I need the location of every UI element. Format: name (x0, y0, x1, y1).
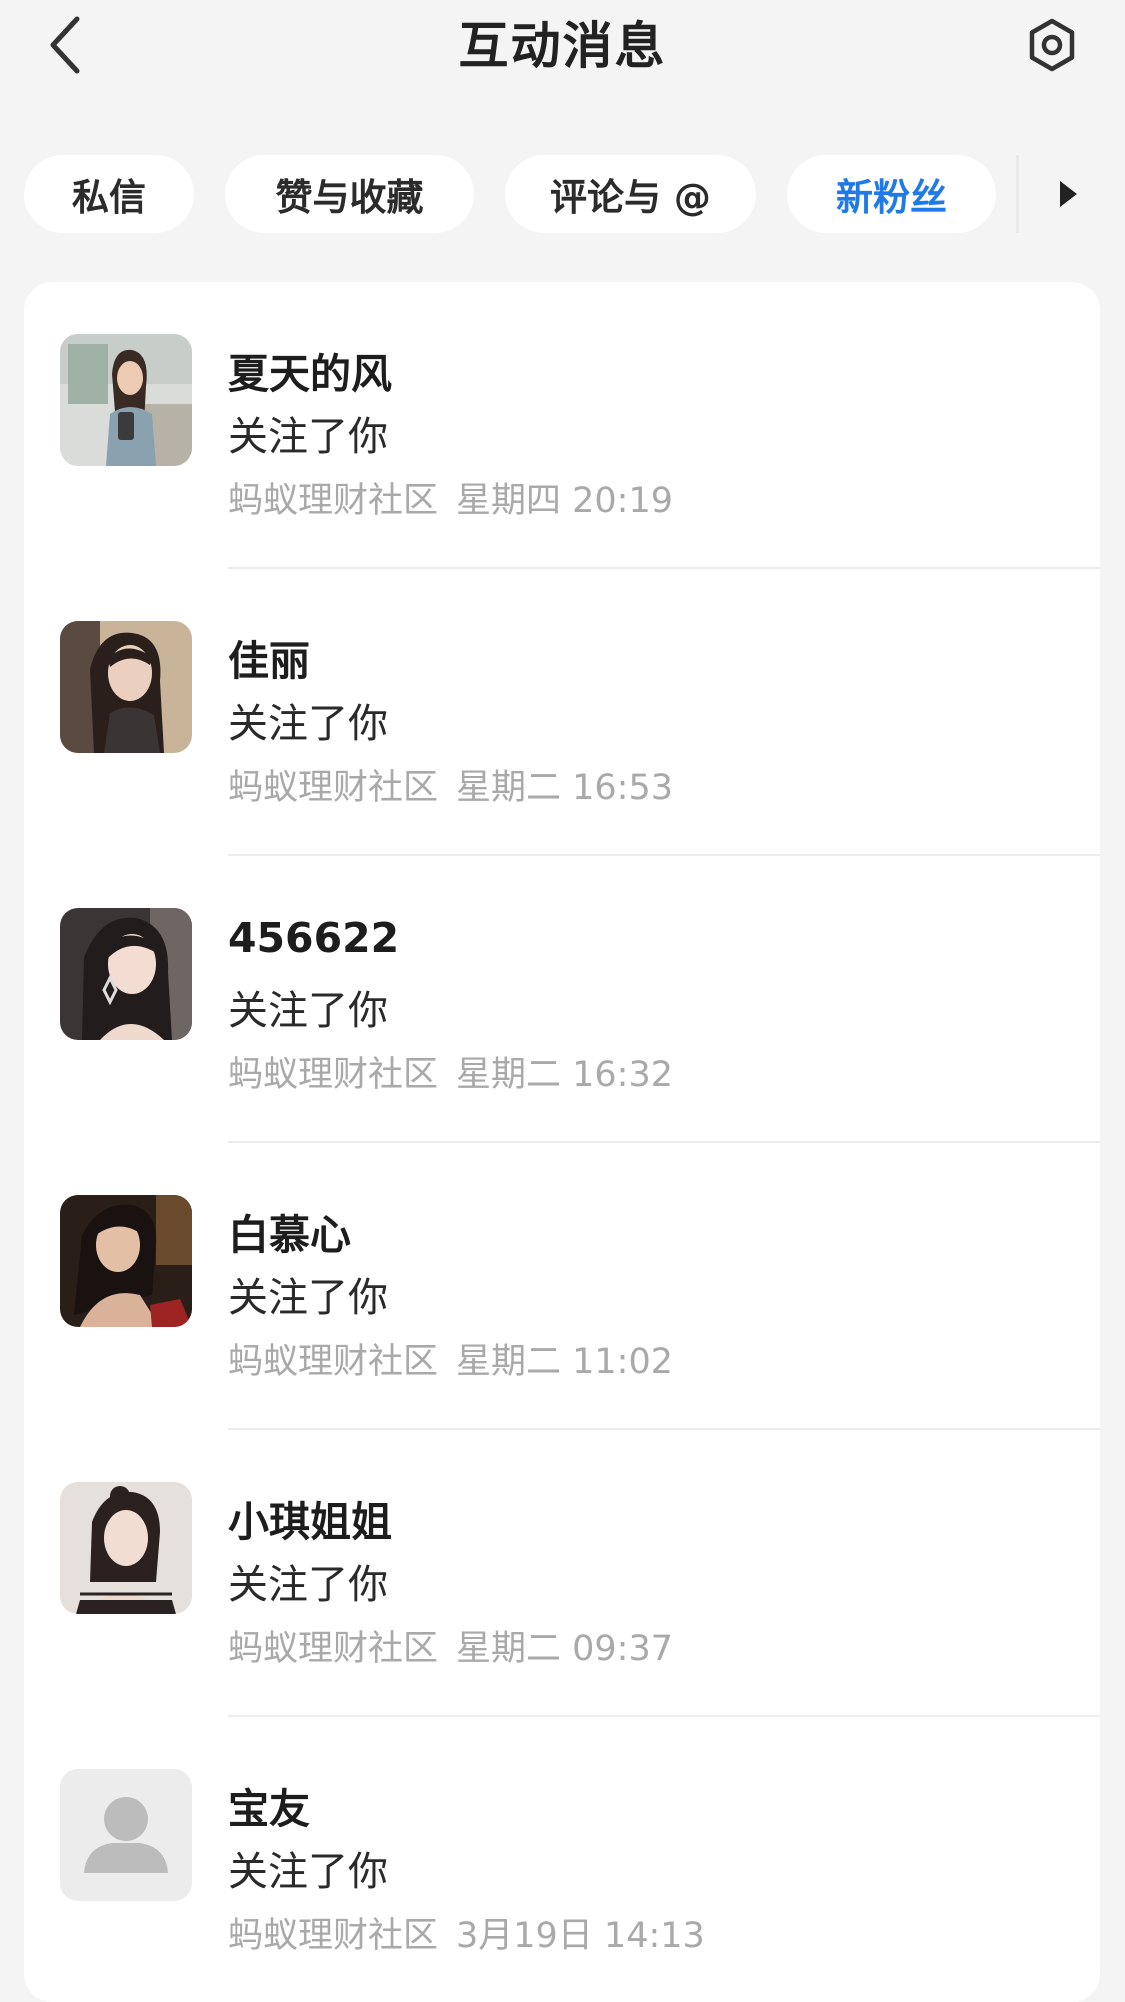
triangle-right-icon (1060, 181, 1077, 207)
source-label: 蚂蚁理财社区 (228, 1342, 439, 1382)
follow-meta: 蚂蚁理财社区 星期四 20:19 (228, 472, 673, 523)
source-label: 蚂蚁理财社区 (228, 481, 439, 521)
followers-list: 夏天的风 关注了你 蚂蚁理财社区 星期四 20:19 佳丽 关注了你 蚂蚁理财社区… (24, 282, 1100, 2002)
follow-meta: 蚂蚁理财社区 星期二 09:37 (228, 1620, 673, 1671)
follow-action-text: 关注了你 (228, 1275, 388, 1321)
avatar[interactable] (60, 621, 192, 753)
timestamp: 星期二 16:32 (456, 1055, 674, 1095)
follower-name[interactable]: 456622 (228, 914, 399, 962)
list-item[interactable]: 456622 关注了你 蚂蚁理财社区 星期二 16:32 (24, 856, 1100, 1143)
avatar[interactable] (60, 1482, 192, 1614)
message-tabs: 私信 赞与收藏 评论与 @ 新粉丝 (0, 155, 1125, 235)
follower-name[interactable]: 佳丽 (228, 627, 310, 687)
follow-action-text: 关注了你 (228, 701, 388, 747)
follow-meta: 蚂蚁理财社区 3月19日 14:13 (228, 1907, 705, 1958)
list-item[interactable]: 佳丽 关注了你 蚂蚁理财社区 星期二 16:53 (24, 569, 1100, 856)
follow-meta: 蚂蚁理财社区 星期二 16:53 (228, 759, 673, 810)
list-item[interactable]: 小琪姐姐 关注了你 蚂蚁理财社区 星期二 09:37 (24, 1430, 1100, 1717)
tab-private-messages[interactable]: 私信 (24, 155, 194, 233)
source-label: 蚂蚁理财社区 (228, 768, 439, 808)
source-label: 蚂蚁理财社区 (228, 1916, 439, 1956)
list-item[interactable]: 白慕心 关注了你 蚂蚁理财社区 星期二 11:02 (24, 1143, 1100, 1430)
avatar[interactable] (60, 908, 192, 1040)
follower-name[interactable]: 夏天的风 (228, 340, 392, 400)
source-label: 蚂蚁理财社区 (228, 1055, 439, 1095)
follower-name[interactable]: 宝友 (228, 1775, 310, 1835)
source-label: 蚂蚁理财社区 (228, 1629, 439, 1669)
follow-meta: 蚂蚁理财社区 星期二 11:02 (228, 1333, 673, 1384)
follower-name[interactable]: 白慕心 (228, 1201, 351, 1261)
header-bar: 互动消息 (0, 0, 1125, 90)
timestamp: 星期二 16:53 (456, 768, 674, 808)
tab-comments-mentions[interactable]: 评论与 @ (505, 155, 756, 233)
timestamp: 星期二 09:37 (456, 1629, 674, 1669)
tab-new-followers[interactable]: 新粉丝 (787, 155, 996, 233)
avatar[interactable] (60, 1195, 192, 1327)
avatar[interactable] (60, 1769, 192, 1901)
follower-name[interactable]: 小琪姐姐 (228, 1488, 392, 1548)
follow-action-text: 关注了你 (228, 414, 388, 460)
follow-action-text: 关注了你 (228, 1849, 388, 1895)
avatar[interactable] (60, 334, 192, 466)
follow-meta: 蚂蚁理财社区 星期二 16:32 (228, 1046, 673, 1097)
list-item[interactable]: 宝友 关注了你 蚂蚁理财社区 3月19日 14:13 (24, 1717, 1100, 2002)
timestamp: 3月19日 14:13 (456, 1916, 705, 1956)
more-tabs-button[interactable] (1040, 155, 1096, 233)
timestamp: 星期二 11:02 (456, 1342, 674, 1382)
follow-action-text: 关注了你 (228, 1562, 388, 1608)
tab-likes-favorites[interactable]: 赞与收藏 (225, 155, 474, 233)
tab-divider (1016, 155, 1019, 233)
page-title: 互动消息 (458, 17, 667, 75)
list-item[interactable]: 夏天的风 关注了你 蚂蚁理财社区 星期四 20:19 (24, 282, 1100, 569)
default-avatar-icon (60, 1769, 192, 1901)
follow-action-text: 关注了你 (228, 988, 388, 1034)
timestamp: 星期四 20:19 (456, 481, 674, 521)
gear-icon (1029, 18, 1075, 72)
settings-button[interactable] (1019, 12, 1085, 78)
